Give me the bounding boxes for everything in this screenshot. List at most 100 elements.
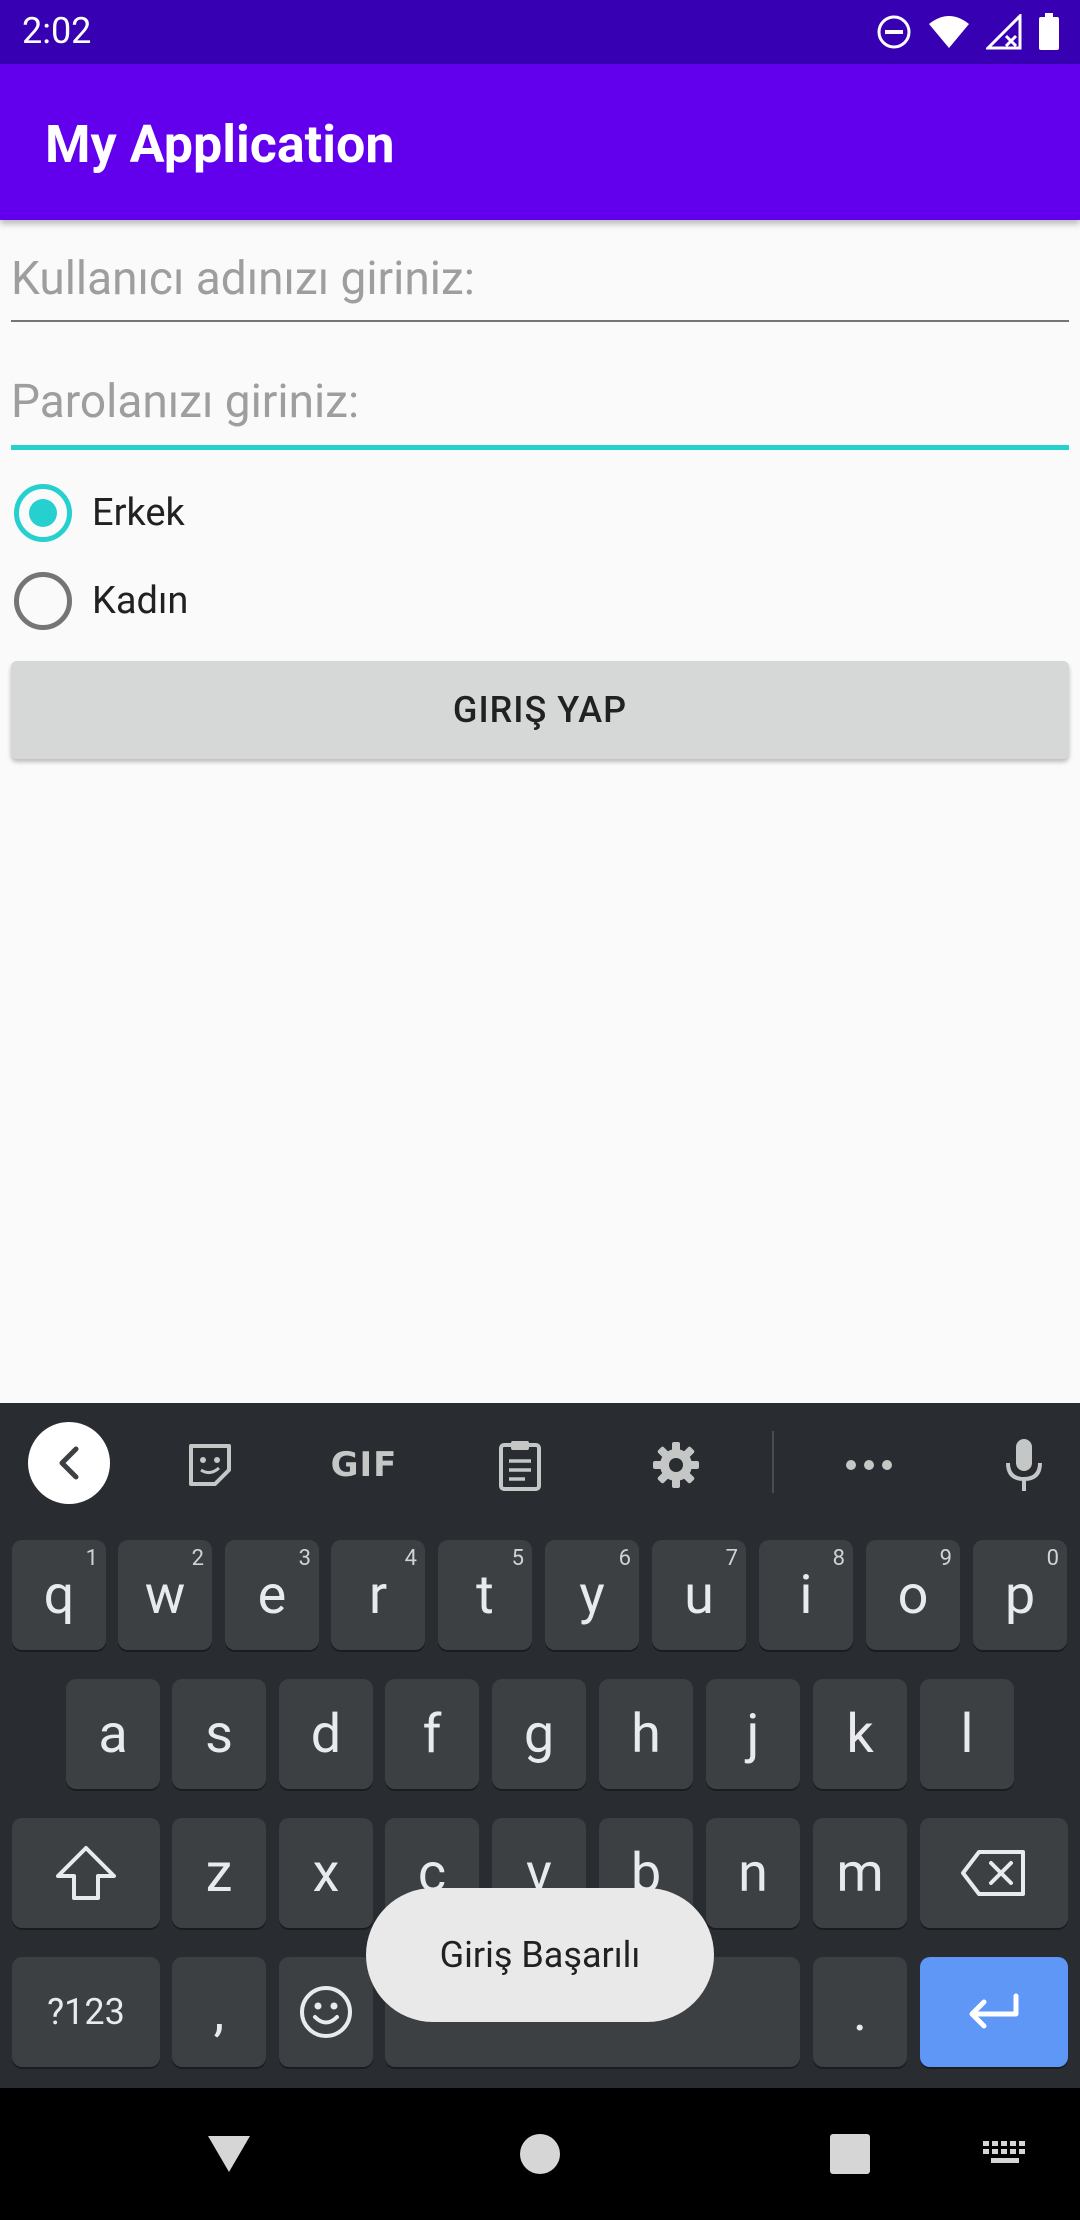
- username-field[interactable]: Kullanıcı adınızı giriniz:: [11, 252, 1069, 322]
- key-hint: 2: [191, 1546, 204, 1571]
- key-r[interactable]: r4: [331, 1540, 425, 1650]
- radio-checked-icon[interactable]: [14, 484, 72, 542]
- key-k[interactable]: k: [813, 1679, 907, 1789]
- keyboard-collapse-button[interactable]: [28, 1422, 110, 1504]
- key-label: z: [205, 1841, 233, 1905]
- key-h[interactable]: h: [599, 1679, 693, 1789]
- toast-message: Giriş Başarılı: [366, 1888, 714, 2022]
- shift-key[interactable]: [12, 1818, 160, 1928]
- voice-input-button[interactable]: [998, 1439, 1050, 1491]
- key-a[interactable]: a: [66, 1679, 160, 1789]
- key-label: a: [98, 1702, 128, 1766]
- gear-icon: [653, 1442, 699, 1488]
- gif-label: GIF: [330, 1445, 398, 1485]
- key-e[interactable]: e3: [225, 1540, 319, 1650]
- key-hint: 8: [832, 1546, 845, 1571]
- settings-button[interactable]: [650, 1439, 702, 1491]
- key-x[interactable]: x: [279, 1818, 373, 1928]
- back-nav-button[interactable]: [204, 2130, 254, 2178]
- key-label: k: [846, 1702, 874, 1766]
- app-title: My Application: [45, 114, 395, 175]
- backspace-key[interactable]: [920, 1818, 1068, 1928]
- key-l[interactable]: l: [920, 1679, 1014, 1789]
- key-u[interactable]: u7: [652, 1540, 746, 1650]
- recents-square-icon: [830, 2134, 870, 2174]
- back-triangle-icon: [208, 2136, 250, 2172]
- more-options-button[interactable]: [843, 1439, 895, 1491]
- password-field[interactable]: Parolanızı giriniz:: [11, 375, 1069, 450]
- battery-icon: [1039, 13, 1059, 50]
- radio-unchecked-icon[interactable]: [14, 572, 72, 630]
- key-label: e: [257, 1563, 287, 1627]
- key-f[interactable]: f: [385, 1679, 479, 1789]
- chevron-left-icon: [59, 1446, 79, 1480]
- key-n[interactable]: n: [706, 1818, 800, 1928]
- clipboard-button[interactable]: [494, 1439, 546, 1491]
- enter-key[interactable]: [920, 1957, 1068, 2067]
- navigation-bar: [0, 2088, 1080, 2220]
- login-button[interactable]: GIRIŞ YAP: [11, 661, 1069, 759]
- key-m[interactable]: m: [813, 1818, 907, 1928]
- key-s[interactable]: s: [172, 1679, 266, 1789]
- comma-key[interactable]: ,: [172, 1957, 266, 2067]
- key-label: x: [312, 1841, 340, 1905]
- key-o[interactable]: o9: [866, 1540, 960, 1650]
- key-label: i: [799, 1563, 813, 1627]
- key-label: ,: [213, 1980, 225, 2044]
- username-underline: [11, 320, 1069, 322]
- sticker-icon: [189, 1444, 231, 1486]
- key-label: w: [144, 1563, 186, 1627]
- key-label: p: [1004, 1563, 1036, 1627]
- key-t[interactable]: t5: [438, 1540, 532, 1650]
- key-label: f: [422, 1702, 442, 1766]
- key-d[interactable]: d: [279, 1679, 373, 1789]
- emoji-key[interactable]: [279, 1957, 373, 2067]
- radio-option-male[interactable]: Erkek: [14, 483, 185, 543]
- key-label: y: [579, 1563, 605, 1627]
- backspace-icon: [961, 1850, 1025, 1896]
- key-label: o: [897, 1563, 929, 1627]
- emoji-icon: [300, 1986, 352, 2038]
- key-w[interactable]: w2: [118, 1540, 212, 1650]
- key-j[interactable]: j: [706, 1679, 800, 1789]
- key-label: l: [960, 1702, 974, 1766]
- key-p[interactable]: p0: [973, 1540, 1067, 1650]
- key-i[interactable]: i8: [759, 1540, 853, 1650]
- key-hint: 1: [85, 1546, 98, 1571]
- do-not-disturb-icon: [877, 15, 911, 49]
- radio-option-female[interactable]: Kadın: [14, 571, 188, 631]
- gif-button[interactable]: GIF: [326, 1439, 402, 1491]
- key-g[interactable]: g: [492, 1679, 586, 1789]
- key-q[interactable]: q1: [12, 1540, 106, 1650]
- key-y[interactable]: y6: [545, 1540, 639, 1650]
- username-placeholder: Kullanıcı adınızı giriniz:: [11, 252, 475, 306]
- enter-icon: [969, 1993, 1019, 2029]
- clipboard-icon: [499, 1441, 541, 1491]
- period-key[interactable]: .: [813, 1957, 907, 2067]
- home-circle-icon: [520, 2134, 560, 2174]
- key-label: u: [684, 1563, 714, 1627]
- key-label: g: [523, 1702, 555, 1766]
- keyboard-switch-button[interactable]: [982, 2130, 1028, 2178]
- status-time: 2:02: [22, 10, 92, 52]
- key-hint: 4: [404, 1546, 417, 1571]
- key-hint: 5: [511, 1546, 524, 1571]
- microphone-icon: [1006, 1439, 1042, 1491]
- key-z[interactable]: z: [172, 1818, 266, 1928]
- recents-nav-button[interactable]: [828, 2130, 872, 2178]
- symbols-key[interactable]: ?123: [12, 1957, 160, 2067]
- key-label: n: [738, 1841, 768, 1905]
- status-bar: 2:02: [0, 0, 1080, 64]
- key-hint: 6: [618, 1546, 631, 1571]
- shift-icon: [56, 1846, 116, 1900]
- key-hint: 9: [939, 1546, 952, 1571]
- toolbar-divider: [772, 1431, 774, 1493]
- sticker-button[interactable]: [184, 1439, 236, 1491]
- key-label: r: [368, 1563, 388, 1627]
- app-bar: My Application: [0, 64, 1080, 220]
- more-horizontal-icon: [846, 1460, 892, 1470]
- radio-label-male: Erkek: [92, 491, 185, 535]
- password-underline: [11, 445, 1069, 450]
- home-nav-button[interactable]: [518, 2130, 562, 2178]
- key-label: j: [746, 1702, 760, 1766]
